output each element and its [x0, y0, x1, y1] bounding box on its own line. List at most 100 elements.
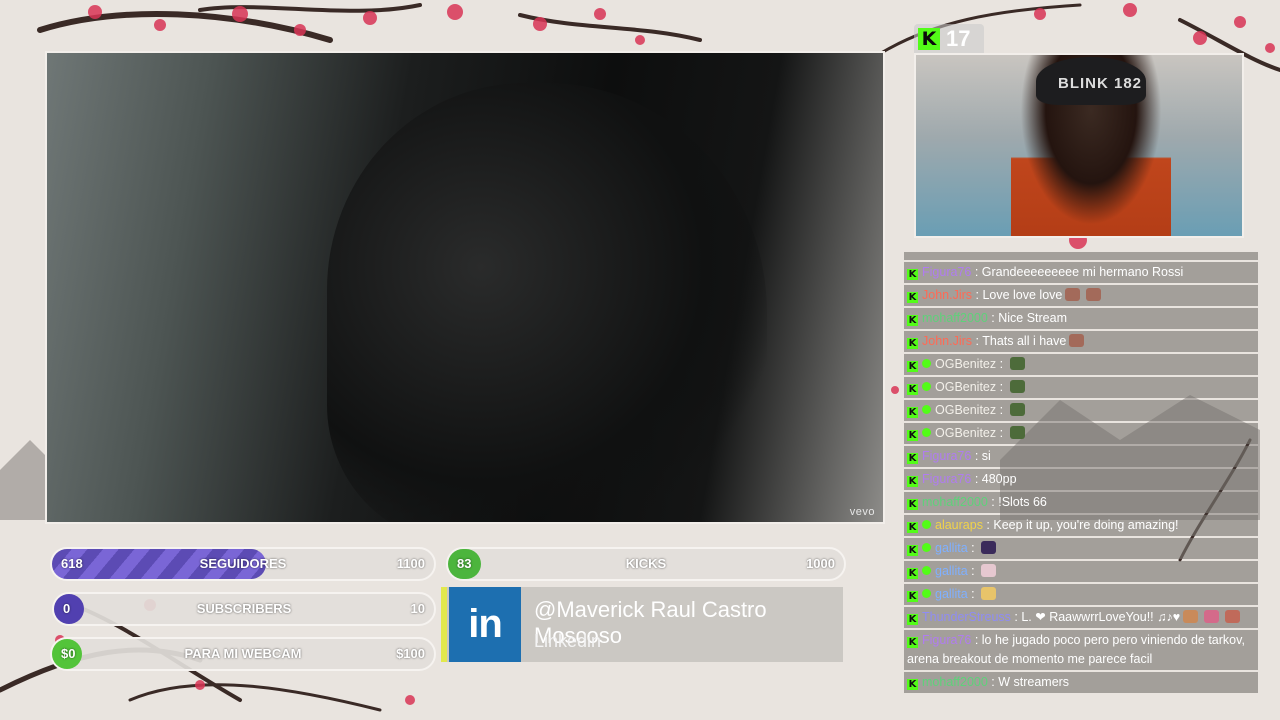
linkedin-card-accent: [441, 587, 447, 662]
kick-badge-icon: K: [907, 679, 918, 690]
chat-emote-icon: [1204, 610, 1220, 623]
chat-emote-icon: [1009, 403, 1025, 416]
chat-separator: :: [967, 587, 979, 601]
kick-badge-icon: K: [907, 568, 918, 579]
chat-message: Kgallita :: [904, 584, 1258, 605]
video-watermark: vevo: [849, 506, 875, 518]
chat-username[interactable]: gallita: [935, 587, 968, 601]
chat-separator: :: [987, 311, 999, 325]
kick-badge-icon: K: [907, 476, 918, 487]
chat-message-list: K Figura76 : Grandeeeeeeeee mi hermano Ro…: [904, 262, 1258, 693]
chat-separator: :: [971, 449, 982, 463]
kick-icon: K: [918, 28, 940, 50]
kick-badge-icon: K: [907, 407, 918, 418]
chat-username[interactable]: gallita: [935, 541, 968, 555]
chat-message: K OGBenitez :: [904, 377, 1258, 398]
subscribers-goal-label: SUBSCRIBERS: [196, 601, 292, 616]
chat-username[interactable]: mohaff2000: [922, 675, 988, 689]
viewer-count-value: 17: [946, 26, 971, 51]
viewer-count: K 17: [914, 24, 984, 54]
video-frame-subject: [327, 83, 767, 522]
chat-username[interactable]: John.Jirs: [922, 288, 972, 302]
chat-username[interactable]: John.Jirs: [922, 334, 972, 348]
chat-username[interactable]: Figura76: [922, 633, 971, 647]
kick-badge-icon: K: [907, 453, 918, 464]
chat-text: Grandeeeeeeeee mi hermano Rossi: [981, 265, 1184, 279]
chat-emote-icon: [1225, 610, 1241, 623]
linkedin-platform: Linkedin: [534, 631, 602, 651]
subscribers-goal-max: 10: [410, 601, 425, 616]
chat-separator: :: [987, 675, 999, 689]
followers-goal-max: 1100: [396, 556, 425, 571]
verified-badge-icon: [922, 566, 931, 575]
followers-goal-label: SEGUIDORES: [199, 556, 287, 571]
chat-emote-icon: [1009, 380, 1025, 393]
verified-badge-icon: [922, 520, 931, 529]
video-player: vevo: [45, 51, 885, 524]
kick-badge-icon: K: [907, 545, 918, 556]
chat-separator: :: [972, 334, 983, 348]
chat-message: K ThunderStreuss : L. ❤ RaawwrrLoveYou!! …: [904, 607, 1258, 628]
chat-username[interactable]: OGBenitez: [935, 380, 996, 394]
kick-badge-icon: K: [907, 269, 918, 280]
chat-text: Love love love: [982, 288, 1063, 302]
chat-separator: :: [996, 403, 1007, 417]
kick-badge-icon: K: [907, 338, 918, 349]
chat-message: K John.Jirs : Love love love: [904, 285, 1258, 306]
chat-text: Thats all i have: [982, 334, 1067, 348]
kicks-goal-max: 1000: [806, 556, 835, 571]
chat-username[interactable]: mohaff2000: [922, 495, 988, 509]
webcam-goal-label: PARA MI WEBCAM: [184, 646, 302, 661]
chat-emote-icon: [1009, 357, 1025, 370]
linkedin-icon: in: [449, 587, 521, 662]
chat-message: K OGBenitez :: [904, 400, 1258, 421]
chat-username[interactable]: Figura76: [922, 472, 971, 486]
kick-badge-icon: K: [907, 361, 918, 372]
chat-text: si: [981, 449, 991, 463]
verified-badge-icon: [922, 405, 931, 414]
chat-username[interactable]: Figura76: [922, 265, 971, 279]
chat-text: Nice Stream: [998, 311, 1067, 325]
kick-badge-icon: K: [907, 499, 918, 510]
chat-separator: :: [1010, 610, 1022, 624]
chat-message: K Figura76 : Grandeeeeeeeee mi hermano Ro…: [904, 262, 1258, 283]
chat-emote-icon: [1183, 610, 1199, 623]
chat-username[interactable]: ThunderStreuss: [922, 610, 1011, 624]
chat-message: K Figura76 : lo he jugado poco pero pero …: [904, 630, 1258, 670]
chat-text: Keep it up, you're doing amazing!: [993, 518, 1179, 532]
chat-username[interactable]: alauraps: [935, 518, 983, 532]
chat-message: Kmohaff2000 : Nice Stream: [904, 308, 1258, 329]
chat-separator: :: [996, 426, 1007, 440]
chat-message: Kgallita :: [904, 561, 1258, 582]
followers-goal-bar: 618 SEGUIDORES 1100: [50, 547, 436, 581]
verified-badge-icon: [922, 382, 931, 391]
chat-separator: :: [967, 541, 979, 555]
subscribers-goal-bar: 0 SUBSCRIBERS 10: [52, 592, 436, 626]
chat-message: Kmohaff2000 : W streamers: [904, 672, 1258, 693]
kick-badge-icon: K: [907, 591, 918, 602]
verified-badge-icon: [922, 428, 931, 437]
chat-text: !Slots 66: [998, 495, 1047, 509]
kick-badge-icon: K: [907, 637, 918, 648]
chat-username[interactable]: OGBenitez: [935, 426, 996, 440]
chat-username[interactable]: mohaff2000: [922, 311, 988, 325]
chat-separator: :: [971, 633, 982, 647]
chat-emote-icon: [981, 564, 997, 577]
chat-username[interactable]: gallita: [935, 564, 968, 578]
chat-separator: :: [996, 357, 1007, 371]
chat-message: Kmohaff2000 : !Slots 66: [904, 492, 1258, 513]
chat-message-partial: [904, 252, 1258, 260]
chat-message: K John.Jirs : Thats all i have: [904, 331, 1258, 352]
chat-separator: :: [971, 472, 982, 486]
webcam-hat: BLINK 182: [1036, 57, 1146, 105]
kick-badge-icon: K: [907, 614, 918, 625]
chat-username[interactable]: Figura76: [922, 449, 971, 463]
chat-emote-icon: [1065, 288, 1081, 301]
chat-username[interactable]: OGBenitez: [935, 357, 996, 371]
webcam-feed: BLINK 182: [914, 53, 1244, 238]
kick-badge-icon: K: [907, 315, 918, 326]
kick-badge-icon: K: [907, 292, 918, 303]
verified-badge-icon: [922, 543, 931, 552]
chat-username[interactable]: OGBenitez: [935, 403, 996, 417]
kick-badge-icon: K: [907, 522, 918, 533]
